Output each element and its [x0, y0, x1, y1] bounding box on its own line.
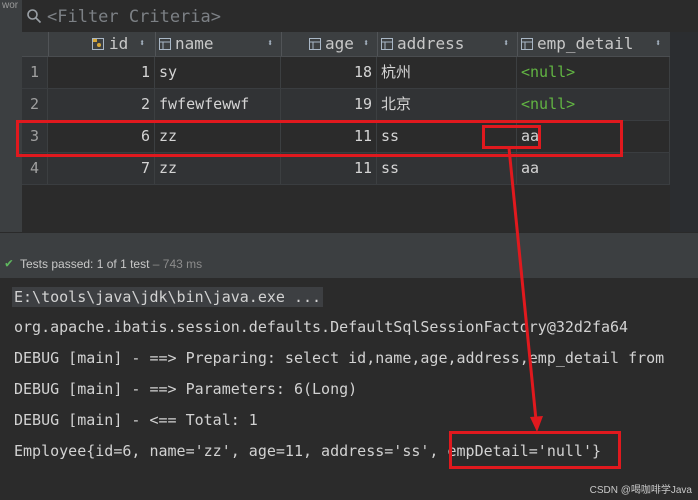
watermark: CSDN @喝咖啡学Java [589, 485, 692, 496]
annotation-arrow-icon [507, 147, 543, 432]
